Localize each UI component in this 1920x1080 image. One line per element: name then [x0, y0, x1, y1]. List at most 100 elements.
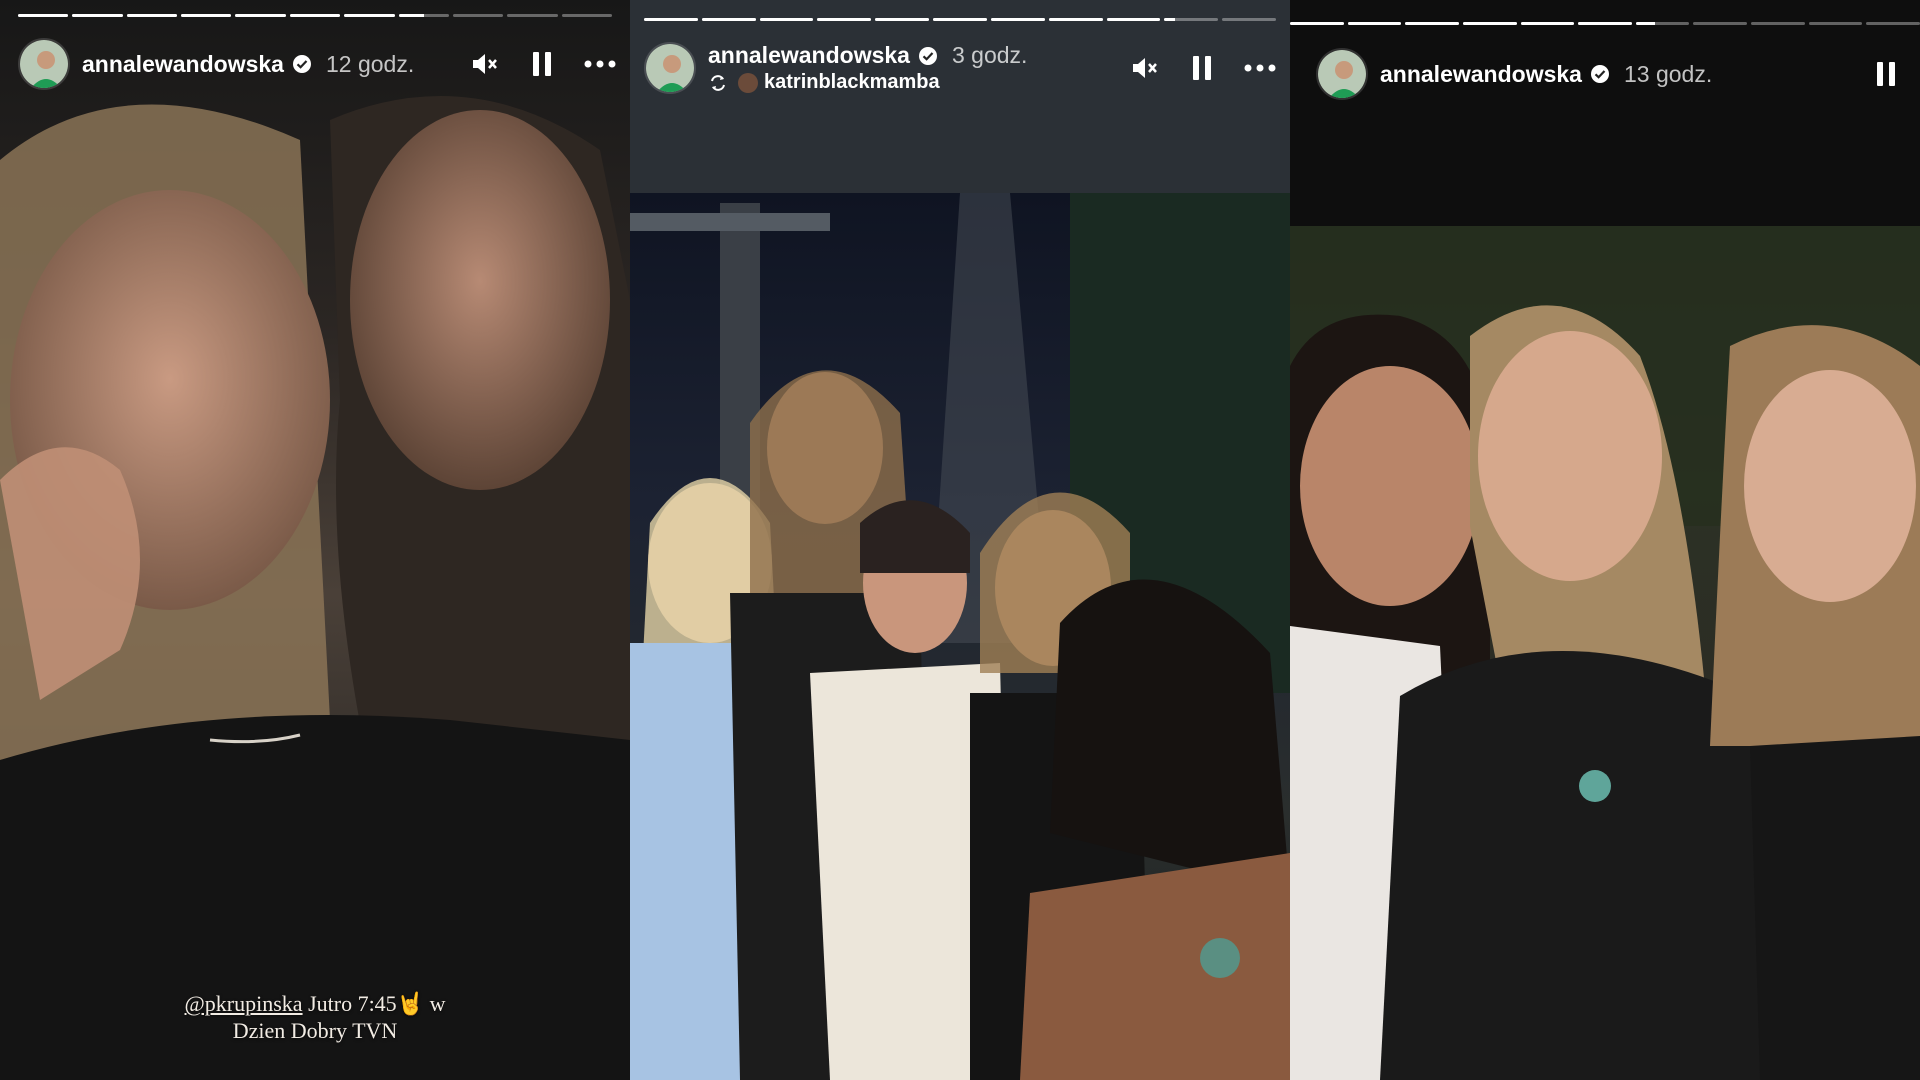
- progress-segment: [1578, 22, 1632, 25]
- story-caption: @pkrupinska Jutro 7:45🤘 w Dzien Dobry TV…: [0, 990, 630, 1044]
- reposted-from-username[interactable]: katrinblackmamba: [764, 71, 940, 94]
- progress-segment: [1347, 22, 1402, 25]
- more-dots-icon: [1244, 64, 1276, 72]
- story-photo: [630, 193, 1290, 1080]
- progress-segment: [561, 14, 612, 17]
- repost-avatar: [738, 72, 758, 93]
- progress-segment: [72, 14, 123, 17]
- profile-avatar[interactable]: [18, 38, 70, 90]
- progress-segment: [1405, 22, 1459, 25]
- caption-mention[interactable]: @pkrupinska: [185, 991, 303, 1016]
- post-time: 3 godz.: [951, 42, 1028, 68]
- progress-segment: [1462, 22, 1517, 25]
- progress-fill: [1635, 22, 1655, 25]
- repost-icon: [711, 74, 725, 91]
- speaker-muted-icon: [473, 54, 497, 74]
- progress-fill: [398, 14, 424, 17]
- progress-fill: [289, 14, 341, 17]
- progress-segment: [181, 14, 232, 17]
- story-header: annalewandowska 12 godz.: [18, 38, 620, 90]
- progress-segment: [1866, 22, 1920, 25]
- story-panel-2[interactable]: annalewandowska 3 godz. katrinblackmamba: [630, 0, 1290, 1080]
- progress-fill: [1164, 18, 1176, 21]
- verified-badge-icon: [918, 46, 937, 65]
- profile-avatar[interactable]: [1316, 48, 1368, 100]
- more-dots-icon: [584, 60, 616, 68]
- progress-segment: [875, 18, 930, 21]
- progress-fill: [990, 18, 1045, 21]
- caption-line2: Dzien Dobry TVN: [232, 1018, 398, 1043]
- progress-segment: [1222, 18, 1276, 21]
- progress-segment: [644, 18, 698, 21]
- pause-button[interactable]: [526, 48, 558, 80]
- pause-icon: [1877, 62, 1895, 86]
- post-time: 12 godz.: [325, 50, 415, 77]
- progress-fill: [72, 14, 123, 17]
- story-photo: [1290, 226, 1920, 1080]
- progress-segment: [1520, 22, 1575, 25]
- repost-attribution[interactable]: katrinblackmamba: [708, 71, 1027, 94]
- progress-fill: [1106, 18, 1161, 21]
- profile-avatar[interactable]: [644, 42, 696, 94]
- progress-segment: [344, 14, 395, 17]
- verified-badge-icon: [1590, 65, 1609, 83]
- progress-fill: [126, 14, 178, 17]
- story-panel-3[interactable]: annalewandowska 13 godz.: [1290, 0, 1920, 1080]
- progress-segment: [933, 18, 987, 21]
- mute-button[interactable]: [468, 48, 500, 80]
- progress-segment: [1048, 18, 1103, 21]
- story-progress-bar: [18, 14, 612, 17]
- username[interactable]: annalewandowska: [708, 42, 910, 69]
- progress-segment: [1164, 18, 1219, 21]
- progress-segment: [507, 14, 558, 17]
- progress-segment: [398, 14, 449, 17]
- progress-fill: [875, 18, 930, 21]
- pause-button[interactable]: [1870, 58, 1902, 90]
- story-video-frame: [0, 96, 630, 1080]
- caption-line1: Jutro 7:45🤘 w: [308, 991, 446, 1016]
- progress-fill: [235, 14, 286, 17]
- progress-segment: [1106, 18, 1161, 21]
- progress-segment: [1751, 22, 1805, 25]
- pause-button[interactable]: [1186, 52, 1218, 84]
- story-panel-1[interactable]: annalewandowska 12 godz. @pkrupinska Jut…: [0, 0, 630, 1080]
- progress-fill: [933, 18, 987, 21]
- story-header: annalewandowska 3 godz. katrinblackmamba: [644, 42, 1280, 94]
- progress-segment: [126, 14, 178, 17]
- progress-segment: [452, 14, 504, 17]
- username[interactable]: annalewandowska: [1380, 61, 1582, 88]
- mute-button[interactable]: [1128, 52, 1160, 84]
- progress-fill: [644, 18, 698, 21]
- progress-fill: [18, 14, 69, 17]
- progress-fill: [1520, 22, 1575, 25]
- progress-segment: [235, 14, 286, 17]
- progress-segment: [1290, 22, 1344, 25]
- progress-segment: [990, 18, 1045, 21]
- progress-segment: [759, 18, 814, 21]
- progress-segment: [1635, 22, 1690, 25]
- progress-fill: [344, 14, 395, 17]
- pause-icon: [533, 52, 551, 76]
- progress-segment: [18, 14, 69, 17]
- progress-fill: [1405, 22, 1459, 25]
- more-options-button[interactable]: [1244, 52, 1276, 84]
- speaker-muted-icon: [1133, 58, 1157, 78]
- progress-fill: [1290, 22, 1344, 25]
- progress-segment: [1693, 22, 1748, 25]
- pause-icon: [1193, 56, 1211, 80]
- progress-fill: [1347, 22, 1402, 25]
- story-progress-bar: [644, 18, 1276, 21]
- progress-fill: [1462, 22, 1517, 25]
- progress-fill: [181, 14, 232, 17]
- progress-fill: [759, 18, 814, 21]
- more-options-button[interactable]: [584, 48, 616, 80]
- story-progress-bar: [1290, 22, 1920, 25]
- progress-segment: [817, 18, 872, 21]
- username[interactable]: annalewandowska: [82, 51, 284, 78]
- story-header: annalewandowska 13 godz.: [1316, 48, 1910, 100]
- progress-segment: [701, 18, 756, 21]
- progress-fill: [1048, 18, 1103, 21]
- progress-fill: [701, 18, 756, 21]
- progress-segment: [289, 14, 341, 17]
- progress-fill: [817, 18, 872, 21]
